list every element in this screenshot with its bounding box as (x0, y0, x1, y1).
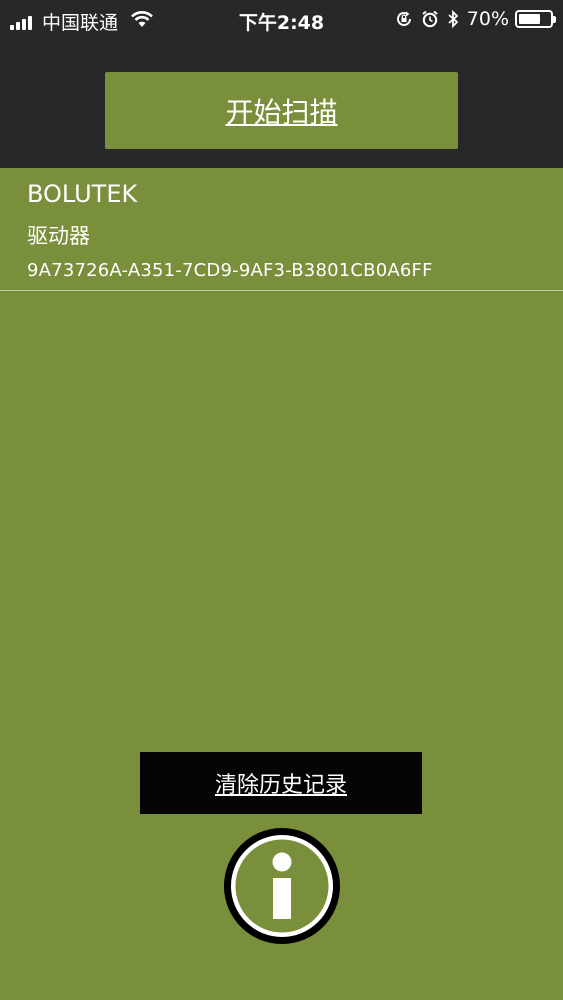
rotation-lock-icon (395, 10, 413, 28)
alarm-icon (421, 10, 439, 28)
start-scan-button[interactable]: 开始扫描 (105, 72, 458, 149)
device-type: 驱动器 (27, 224, 90, 248)
battery-icon (515, 10, 556, 28)
clear-history-button[interactable]: 清除历史记录 (140, 752, 422, 814)
list-divider (0, 290, 563, 291)
status-right: 70% (395, 8, 556, 30)
info-button[interactable] (220, 824, 344, 948)
header-bar: 中国联通 下午2:48 70% 开始扫描 (0, 0, 563, 168)
device-uuid: 9A73726A-A351-7CD9-9AF3-B3801CB0A6FF (27, 260, 433, 281)
bluetooth-icon (447, 10, 459, 28)
status-bar: 中国联通 下午2:48 70% (0, 0, 563, 40)
battery-percent: 70% (466, 8, 509, 30)
info-icon (224, 828, 340, 944)
device-name: BOLUTEK (27, 180, 138, 208)
device-list-item[interactable]: BOLUTEK 驱动器 9A73726A-A351-7CD9-9AF3-B380… (0, 168, 563, 292)
battery-fill (519, 14, 540, 24)
